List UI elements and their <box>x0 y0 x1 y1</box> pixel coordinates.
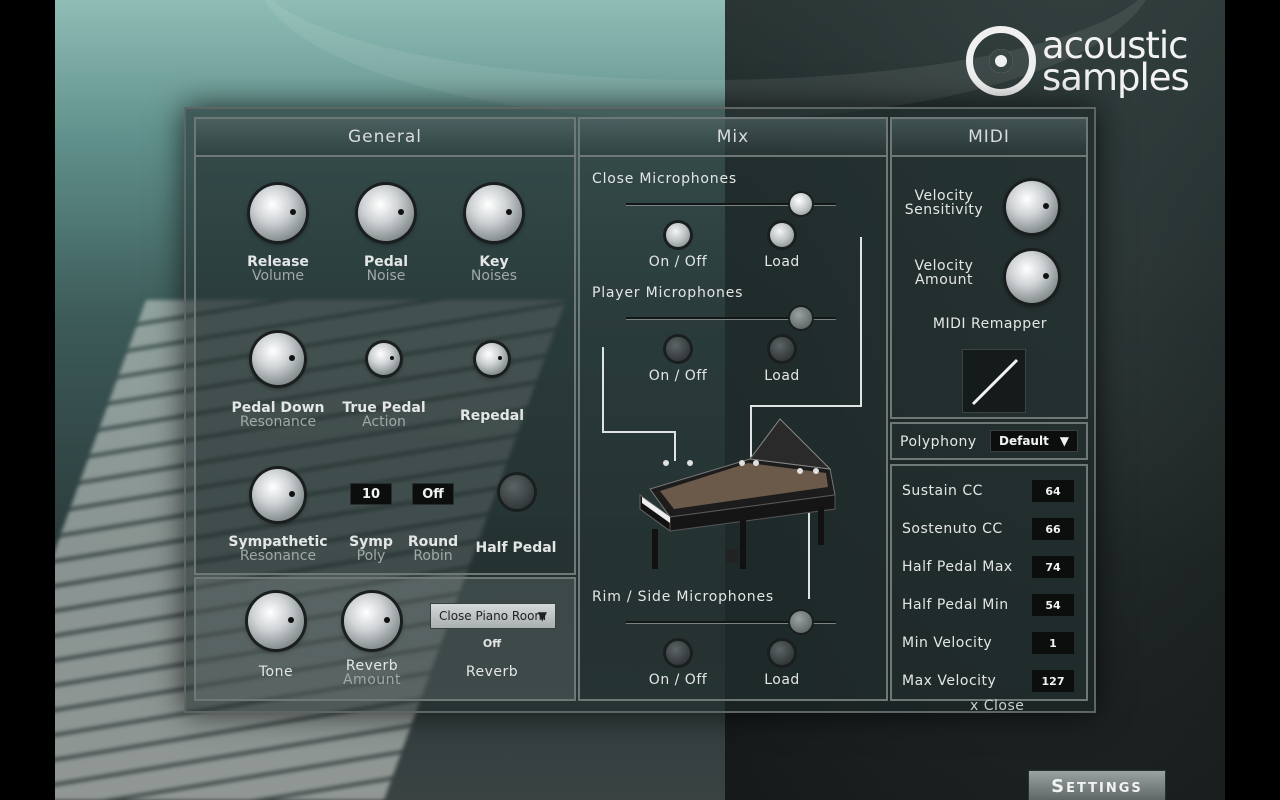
sustain-cc-value[interactable]: 64 <box>1032 480 1074 502</box>
round-robin-value[interactable]: Off <box>412 483 454 505</box>
player-mics-load-label: Load <box>764 368 800 384</box>
reverb-preset-value: Close Piano Room <box>439 609 547 623</box>
chevron-down-icon: ▼ <box>537 609 547 623</box>
half-pedal-min-row: Half Pedal Min 54 <box>902 594 1074 616</box>
rim-mics-on-off-button[interactable] <box>666 641 690 665</box>
reverb-state[interactable]: Off <box>462 637 522 651</box>
logo-icon <box>966 26 1036 96</box>
settings-panel: General Release Volume Pedal Noise Key Nois… <box>184 107 1096 714</box>
min-velocity-value[interactable]: 1 <box>1032 632 1074 654</box>
acoustic-samples-logo: acoustic samples <box>966 18 1211 104</box>
sympathetic-resonance-knob[interactable] <box>252 469 304 521</box>
mix-header: Mix <box>580 119 886 157</box>
half-pedal-min-value[interactable]: 54 <box>1032 594 1074 616</box>
release-volume-knob[interactable] <box>250 185 306 241</box>
connector-line <box>860 237 862 405</box>
sympathetic-resonance-label: Sympathetic Resonance <box>228 534 328 564</box>
close-mics-load-button[interactable] <box>770 223 794 247</box>
reverb-amount-knob[interactable] <box>344 593 400 649</box>
midi-cc-section: Sustain CC 64 Sostenuto CC 66 Half Pedal… <box>890 464 1088 701</box>
key-noises-label: Key Noises <box>470 254 518 284</box>
close-mics-on-off-button[interactable] <box>666 223 690 247</box>
velocity-curve-icon <box>971 358 1019 406</box>
repedal-knob[interactable] <box>476 343 508 375</box>
sostenuto-cc-row: Sostenuto CC 66 <box>902 518 1074 540</box>
true-pedal-action-knob[interactable] <box>368 343 400 375</box>
rim-mics-load-button[interactable] <box>770 641 794 665</box>
rim-mics-on-off-label: On / Off <box>648 672 708 688</box>
half-pedal-toggle[interactable] <box>500 475 534 509</box>
pedal-down-resonance-knob[interactable] <box>252 333 304 385</box>
settings-button[interactable]: Settings <box>1028 770 1166 800</box>
pedal-noise-label: Pedal Noise <box>363 254 409 284</box>
round-robin-label: Round Robin <box>407 534 459 564</box>
player-mics-load-button[interactable] <box>770 337 794 361</box>
half-pedal-max-label: Half Pedal Max <box>902 559 1013 575</box>
midi-remapper-graph[interactable] <box>962 349 1026 413</box>
half-pedal-max-value[interactable]: 74 <box>1032 556 1074 578</box>
chevron-down-icon: ▼ <box>1059 434 1069 448</box>
close-mics-on-off-label: On / Off <box>648 254 708 270</box>
pedal-down-resonance-label: Pedal Down Resonance <box>231 400 325 430</box>
midi-section: MIDI Velocity Sensitivity Velocity Amount … <box>890 117 1088 419</box>
velocity-amount-knob[interactable] <box>1006 251 1058 303</box>
player-mics-slider-thumb[interactable] <box>790 307 812 329</box>
mix-section: Mix Close Microphones On / Off Load Play… <box>578 117 888 701</box>
half-pedal-min-label: Half Pedal Min <box>902 597 1009 613</box>
half-pedal-label: Half Pedal <box>475 540 557 556</box>
grand-piano-image <box>639 418 836 569</box>
sostenuto-cc-value[interactable]: 66 <box>1032 518 1074 540</box>
repedal-label: Repedal <box>459 408 525 424</box>
min-velocity-label: Min Velocity <box>902 635 993 651</box>
rim-mics-load-label: Load <box>764 672 800 688</box>
close-mics-load-label: Load <box>764 254 800 270</box>
key-noises-knob[interactable] <box>466 185 522 241</box>
tone-knob[interactable] <box>248 593 304 649</box>
velocity-sensitivity-label: Velocity Sensitivity <box>904 188 984 218</box>
reverb-preset-dropdown[interactable]: Close Piano Room ▼ <box>430 603 556 629</box>
tone-reverb-section: Tone Reverb Amount Close Piano Room ▼ Off… <box>194 577 576 701</box>
sostenuto-cc-label: Sostenuto CC <box>902 521 1003 537</box>
polyphony-dropdown[interactable]: Default ▼ <box>990 430 1078 452</box>
max-velocity-row: Max Velocity 127 <box>902 670 1074 692</box>
player-mics-on-off-button[interactable] <box>666 337 690 361</box>
release-volume-label: Release Volume <box>247 254 309 284</box>
true-pedal-action-label: True Pedal Action <box>342 400 426 430</box>
max-velocity-label: Max Velocity <box>902 673 997 689</box>
logo-text-line2: samples <box>1042 56 1190 99</box>
close-microphones-title: Close Microphones <box>592 171 737 187</box>
velocity-amount-label: Velocity Amount <box>914 258 974 288</box>
polyphony-label: Polyphony <box>900 434 977 450</box>
tone-label: Tone <box>258 664 294 680</box>
polyphony-section: Polyphony Default ▼ <box>890 422 1088 460</box>
polyphony-value: Default <box>999 434 1049 448</box>
player-mics-on-off-label: On / Off <box>648 368 708 384</box>
reverb-label: Reverb <box>465 664 519 680</box>
half-pedal-max-row: Half Pedal Max 74 <box>902 556 1074 578</box>
general-header: General <box>196 119 574 157</box>
velocity-sensitivity-knob[interactable] <box>1006 181 1058 233</box>
pedal-noise-knob[interactable] <box>358 185 414 241</box>
max-velocity-value[interactable]: 127 <box>1032 670 1074 692</box>
close-button[interactable]: x Close <box>970 698 1024 714</box>
player-microphones-title: Player Microphones <box>592 285 744 301</box>
rim-side-microphones-title: Rim / Side Microphones <box>592 589 774 605</box>
connector-line <box>602 347 604 431</box>
symp-poly-label: Symp Poly <box>349 534 393 564</box>
reverb-amount-label: Reverb Amount <box>342 658 401 688</box>
midi-header: MIDI <box>892 119 1086 157</box>
close-mics-slider-thumb[interactable] <box>790 193 812 215</box>
sustain-cc-label: Sustain CC <box>902 483 983 499</box>
rim-mics-slider-thumb[interactable] <box>790 611 812 633</box>
min-velocity-row: Min Velocity 1 <box>902 632 1074 654</box>
sustain-cc-row: Sustain CC 64 <box>902 480 1074 502</box>
symp-poly-value[interactable]: 10 <box>350 483 392 505</box>
midi-remapper-label: MIDI Remapper <box>932 316 1048 332</box>
general-section: General Release Volume Pedal Noise Key Nois… <box>194 117 576 575</box>
